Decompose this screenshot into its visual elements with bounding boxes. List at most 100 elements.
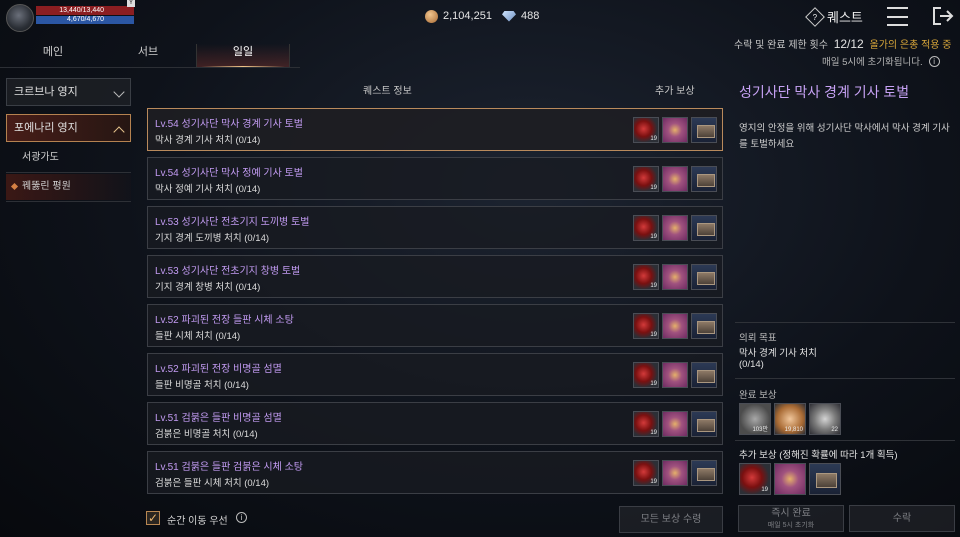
gold-display: 2,104,251: [425, 9, 492, 23]
reward-count: 19: [650, 479, 657, 485]
red-gem-icon[interactable]: 19: [633, 313, 659, 339]
info-icon[interactable]: i: [928, 55, 940, 67]
quest-row[interactable]: Lv.54 성기사단 막사 정예 기사 토벌 막사 정예 기사 처치 (0/14…: [147, 157, 723, 200]
sidebar-divider: [6, 201, 131, 202]
reset-text: 매일 5시에 초기화됩니다.: [822, 57, 923, 68]
sidebar-subitem-kkwetulrin[interactable]: 꿰뚫린 평원: [6, 174, 131, 200]
seal-coin-icon[interactable]: [774, 463, 806, 495]
quest-rewards: 19: [633, 264, 717, 290]
instant-complete-label: 즉시 완료: [771, 508, 811, 519]
teleport-priority-label: 순간 이동 우선: [167, 516, 228, 527]
chevron-up-icon: [113, 126, 125, 138]
extra-reward-label: 추가 보상 (정해진 확률에 따라 1개 획득): [739, 450, 898, 461]
tab-sub[interactable]: 서브: [101, 44, 195, 68]
quest-title: Lv.53 성기사단 전초기지 도끼병 토벌: [155, 217, 310, 228]
player-avatar[interactable]: [6, 4, 34, 32]
seal-coin-icon[interactable]: [662, 117, 688, 143]
gold-coin-icon: [425, 9, 438, 23]
quest-row[interactable]: Lv.51 검붉은 들판 비명골 섬멸 검붉은 비명골 처치 (0/14) 19: [147, 402, 723, 445]
reward-count: 19: [650, 185, 657, 191]
instant-complete-button[interactable]: 즉시 완료 매일 5시 초기화: [738, 505, 844, 532]
claim-all-button[interactable]: 모든 보상 수령: [619, 506, 723, 533]
quest-row[interactable]: Lv.54 성기사단 막사 경계 기사 토벌 막사 경계 기사 처치 (0/14…: [147, 108, 723, 151]
red-gem-icon[interactable]: 19: [633, 166, 659, 192]
quest-row[interactable]: Lv.52 파괴된 전장 들판 시체 소탕 들판 시체 처치 (0/14) 19: [147, 304, 723, 347]
quest-rewards: 19: [633, 166, 717, 192]
sidebar-divider: [6, 172, 131, 173]
tab-daily[interactable]: 일일: [196, 44, 290, 68]
limit-info: 수락 및 완료 제한 횟수 12/12 올가의 은총 적용 중: [734, 36, 951, 51]
quest-desc: 검붉은 들판 시체 처치 (0/14): [155, 478, 270, 489]
list-header-info: 퀘스트 정보: [363, 86, 412, 97]
red-gem-icon[interactable]: 19: [739, 463, 771, 495]
quest-rewards: 19: [633, 117, 717, 143]
red-gem-icon[interactable]: 19: [633, 411, 659, 437]
gem-display: 488: [502, 9, 539, 23]
list-header-reward: 추가 보상: [655, 86, 695, 97]
quest-button[interactable]: ? 퀘스트: [805, 6, 863, 27]
reward-count: 19: [650, 136, 657, 142]
quest-desc: 기지 경계 도끼병 처치 (0/14): [155, 233, 270, 244]
sidebar-region-krbna[interactable]: 크르브나 영지: [6, 78, 131, 106]
reward-count: 19: [650, 430, 657, 436]
limit-value: 12/12: [833, 37, 864, 51]
objective-label: 의뢰 목표: [739, 333, 777, 344]
exp-icon[interactable]: 103만: [739, 403, 771, 435]
reward-count: 19: [650, 381, 657, 387]
seal-coin-icon[interactable]: [662, 264, 688, 290]
quest-rewards: 19: [633, 411, 717, 437]
chest-icon[interactable]: [691, 166, 717, 192]
chest-icon[interactable]: [691, 264, 717, 290]
red-gem-icon[interactable]: 19: [633, 117, 659, 143]
limit-bonus: 올가의 은총 적용 중: [869, 40, 952, 51]
silver-coin-icon[interactable]: 22: [809, 403, 841, 435]
teleport-priority-checkbox[interactable]: ✓: [146, 511, 160, 525]
exit-icon[interactable]: [932, 6, 954, 26]
red-gem-icon[interactable]: 19: [633, 264, 659, 290]
chest-icon[interactable]: [691, 460, 717, 486]
quest-title: Lv.52 파괴된 전장 들판 시체 소탕: [155, 315, 294, 326]
chest-icon[interactable]: [691, 215, 717, 241]
quest-title: Lv.51 검붉은 들판 비명골 섬멸: [155, 413, 282, 424]
reward-count: 22: [831, 427, 838, 433]
info-icon[interactable]: i: [236, 512, 247, 523]
chest-icon[interactable]: [691, 117, 717, 143]
seal-coin-icon[interactable]: [662, 215, 688, 241]
mp-bar: 4,670/4,670: [36, 16, 134, 24]
quest-title: Lv.53 성기사단 전초기지 창병 토벌: [155, 266, 301, 277]
quest-rewards: 19: [633, 215, 717, 241]
sidebar-region-poenari[interactable]: 포에나리 영지: [6, 114, 131, 142]
tab-divider: [0, 67, 300, 68]
quest-desc: 막사 정예 기사 처치 (0/14): [155, 184, 261, 195]
extra-rewards: 19: [739, 463, 841, 495]
chest-icon[interactable]: [691, 411, 717, 437]
player-badge: Y: [127, 0, 135, 7]
accept-button[interactable]: 수락: [849, 505, 955, 532]
gold-coin-icon[interactable]: 19,810: [774, 403, 806, 435]
quest-desc: 검붉은 비명골 처치 (0/14): [155, 429, 258, 440]
seal-coin-icon[interactable]: [662, 411, 688, 437]
quest-title: Lv.52 파괴된 전장 비명골 섬멸: [155, 364, 282, 375]
red-gem-icon[interactable]: 19: [633, 215, 659, 241]
seal-coin-icon[interactable]: [662, 362, 688, 388]
chest-icon[interactable]: [809, 463, 841, 495]
seal-coin-icon[interactable]: [662, 460, 688, 486]
quest-title: Lv.54 성기사단 막사 경계 기사 토벌: [155, 119, 304, 130]
tab-main[interactable]: 메인: [6, 44, 100, 68]
quest-row[interactable]: Lv.53 성기사단 전초기지 창병 토벌 기지 경계 창병 처치 (0/14)…: [147, 255, 723, 298]
quest-row[interactable]: Lv.51 검붉은 들판 검붉은 시체 소탕 검붉은 들판 시체 처치 (0/1…: [147, 451, 723, 494]
red-gem-icon[interactable]: 19: [633, 362, 659, 388]
menu-icon[interactable]: [887, 7, 908, 26]
sidebar-subitem-seogwang[interactable]: 서광가도: [6, 145, 131, 171]
seal-coin-icon[interactable]: [662, 313, 688, 339]
seal-coin-icon[interactable]: [662, 166, 688, 192]
quest-row[interactable]: Lv.52 파괴된 전장 비명골 섬멸 들판 비명골 처치 (0/14) 19: [147, 353, 723, 396]
reward-count: 19: [650, 283, 657, 289]
quest-row[interactable]: Lv.53 성기사단 전초기지 도끼병 토벌 기지 경계 도끼병 처치 (0/1…: [147, 206, 723, 249]
chevron-down-icon: [113, 86, 125, 98]
quest-icon: ?: [805, 6, 825, 27]
chest-icon[interactable]: [691, 313, 717, 339]
detail-divider: [735, 440, 955, 441]
red-gem-icon[interactable]: 19: [633, 460, 659, 486]
chest-icon[interactable]: [691, 362, 717, 388]
